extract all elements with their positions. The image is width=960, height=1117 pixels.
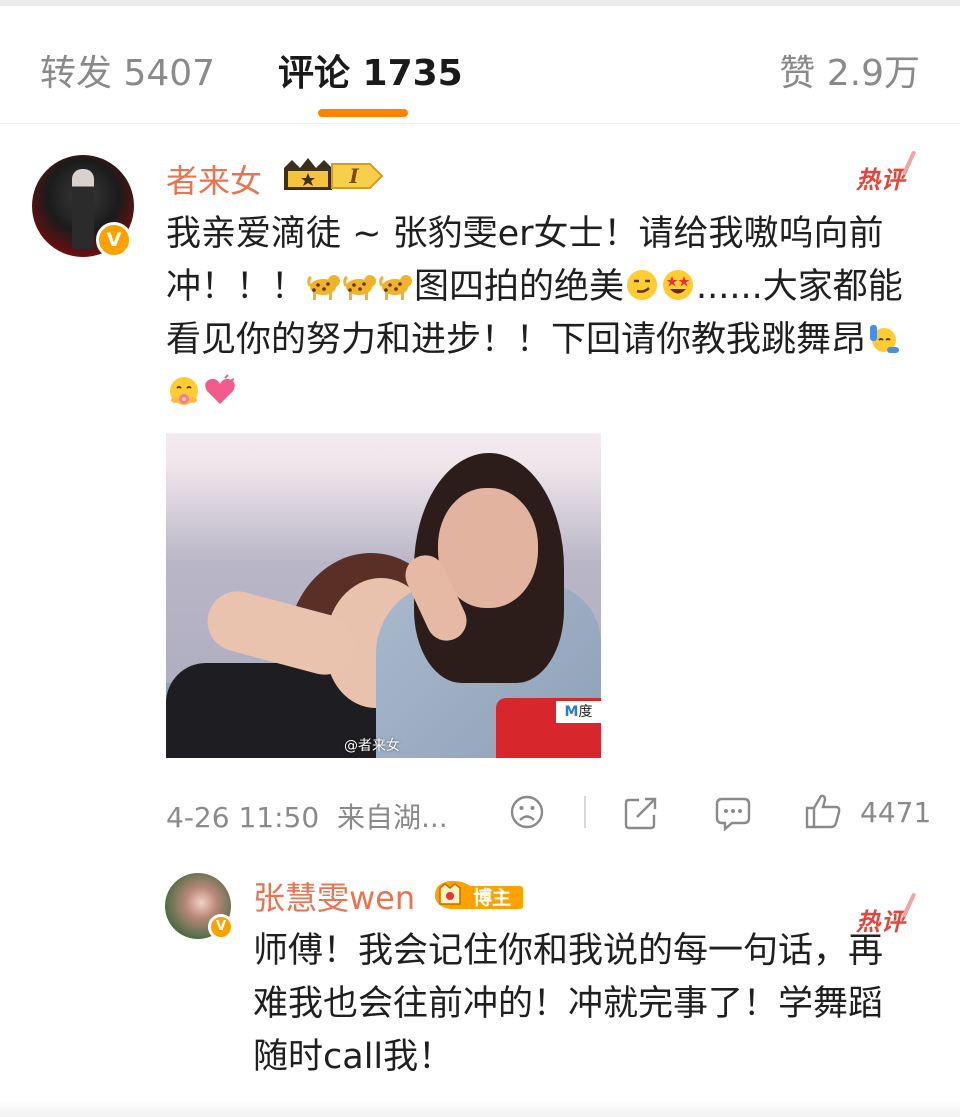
comment-text: 我亲爱滴徒 ~ 张豹雯er女士！请给我嗷呜向前冲！！！ 图四拍的绝美 ......大… xyxy=(166,208,936,420)
leopard-emoji xyxy=(343,275,377,300)
smirk-emoji xyxy=(627,270,658,300)
verified-badge: V xyxy=(96,222,132,258)
action-divider xyxy=(584,796,586,828)
tab-bar: 转发 5407 评论 1735 赞 2.9万 xyxy=(0,6,960,124)
heart-emoji xyxy=(205,374,235,404)
comment-time: 4-26 11:50 xyxy=(166,801,320,834)
leopard-emoji xyxy=(379,275,413,300)
share-icon[interactable] xyxy=(623,795,659,831)
comment-icon[interactable] xyxy=(714,795,752,831)
image-watermark: @者来女 xyxy=(344,738,400,754)
comment-meta: 4-26 11:50 来自湖... xyxy=(166,796,448,836)
comment-text-part2: 图四拍的绝美 xyxy=(414,267,625,307)
tab-comments[interactable]: 评论 1735 xyxy=(278,44,463,96)
tab-likes[interactable]: 赞 2.9万 xyxy=(779,44,920,96)
like-icon[interactable] xyxy=(804,792,842,830)
flower-hug-emoji xyxy=(170,377,198,405)
fan-level-badge[interactable]: I xyxy=(282,156,384,192)
hot-comment-label: 热评 xyxy=(856,166,906,194)
star-struck-emoji xyxy=(663,270,694,300)
comment-source: 来自湖... xyxy=(336,801,448,834)
like-count: 4471 xyxy=(860,796,932,829)
raising-hand-emoji xyxy=(870,325,900,353)
reply-text: 师傅！我会记住你和我说的每一句话，再难我也会往前冲的！冲就完事了！学舞蹈随时ca… xyxy=(253,931,884,1077)
reply-username[interactable]: 张慧雯wen xyxy=(253,873,415,919)
image-logo: M度 xyxy=(556,701,601,723)
verified-badge: V xyxy=(208,914,234,940)
next-comment-peek xyxy=(0,1100,960,1117)
active-tab-indicator xyxy=(318,109,408,117)
comment-username[interactable]: 者来女 xyxy=(166,156,262,202)
level-badge-text: I xyxy=(348,164,359,188)
blogger-badge-text: 博主 xyxy=(473,886,511,909)
blogger-badge: 博主 xyxy=(434,880,523,909)
dislike-icon[interactable] xyxy=(509,794,545,830)
comment-image[interactable]: M度 @者来女 xyxy=(166,433,601,758)
tab-reposts[interactable]: 转发 5407 xyxy=(40,44,215,96)
leopard-emoji xyxy=(307,275,341,300)
